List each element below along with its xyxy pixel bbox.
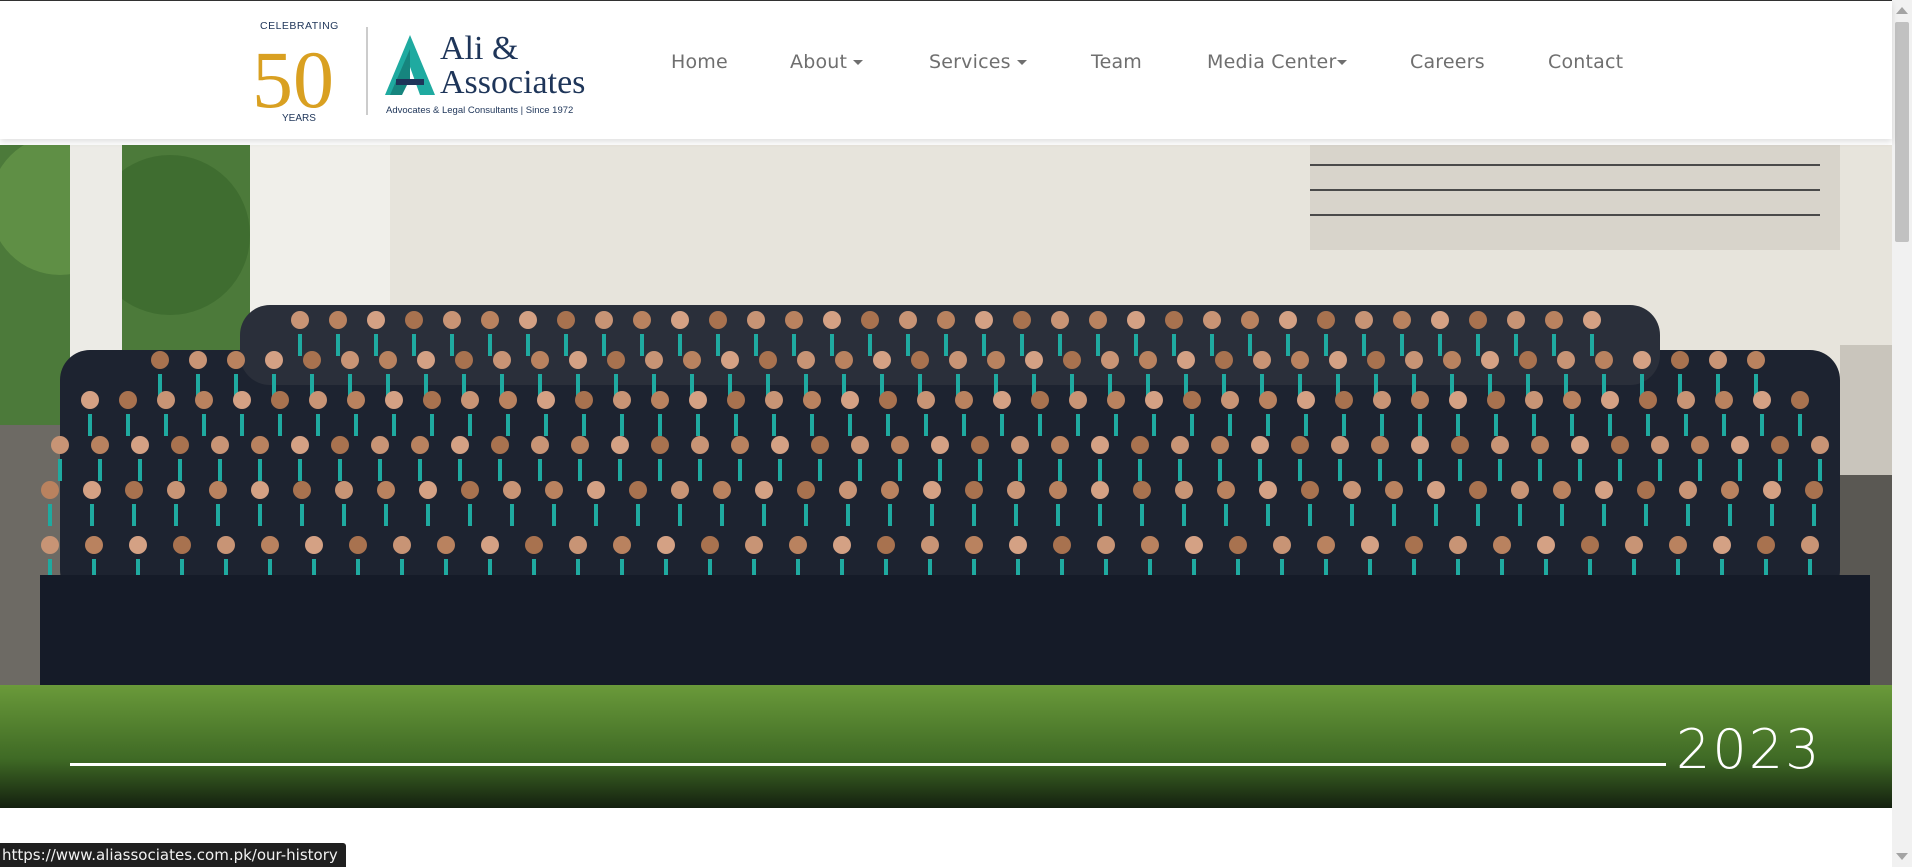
nav-team[interactable]: Team xyxy=(1091,51,1142,73)
nav-about[interactable]: About xyxy=(790,51,864,73)
link-status-bar: https://www.aliassociates.com.pk/our-his… xyxy=(0,843,346,867)
site-header: CELEBRATING 50 YEARS Ali & Associates Ad… xyxy=(0,1,1892,139)
hero-group-photo xyxy=(0,145,1892,808)
nav-careers-label: Careers xyxy=(1410,51,1485,73)
nav-home-label: Home xyxy=(671,51,728,73)
main-nav: Home About Services Team Media Center Ca… xyxy=(0,1,1892,129)
group-photo-image xyxy=(0,145,1892,808)
vertical-scrollbar[interactable] xyxy=(1892,0,1912,867)
scroll-down-arrow-icon[interactable] xyxy=(1896,853,1908,860)
hero-year-label: 2023 xyxy=(1676,718,1822,781)
nav-careers[interactable]: Careers xyxy=(1410,51,1485,73)
nav-team-label: Team xyxy=(1091,51,1143,73)
scrollbar-thumb[interactable] xyxy=(1895,22,1909,242)
timeline-line xyxy=(70,763,1666,766)
nav-contact-label: Contact xyxy=(1548,51,1624,73)
chevron-down-icon xyxy=(853,60,864,65)
nav-media-center[interactable]: Media Center xyxy=(1207,51,1348,73)
nav-about-label: About xyxy=(790,51,848,73)
nav-media-center-label: Media Center xyxy=(1207,51,1337,73)
chevron-down-icon xyxy=(1337,60,1348,65)
nav-services-label: Services xyxy=(929,51,1011,73)
scroll-up-arrow-icon[interactable] xyxy=(1896,7,1908,14)
nav-services[interactable]: Services xyxy=(929,51,1027,73)
chevron-down-icon xyxy=(1016,60,1027,65)
nav-home[interactable]: Home xyxy=(671,51,728,73)
nav-contact[interactable]: Contact xyxy=(1548,51,1623,73)
